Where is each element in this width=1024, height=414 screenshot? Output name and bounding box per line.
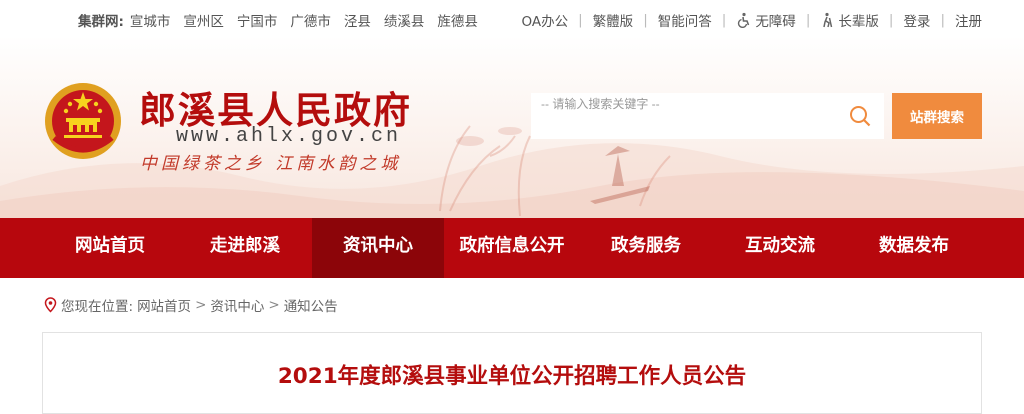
breadcrumb: 您现在位置: 网站首页 > 资讯中心 > 通知公告 [44, 295, 338, 315]
smart-qa-link[interactable]: 智能问答 [658, 10, 712, 30]
cluster-link-jingxian[interactable]: 泾县 [344, 10, 371, 30]
nav-data-release[interactable]: 数据发布 [848, 218, 980, 278]
wheelchair-icon [738, 12, 750, 28]
location-pin-icon [44, 297, 57, 313]
breadcrumb-news-center[interactable]: 资讯中心 [210, 295, 264, 315]
cluster-link-guangde[interactable]: 广德市 [290, 10, 331, 30]
elder-icon [823, 12, 833, 28]
search-box [531, 93, 884, 139]
cluster-links: 集群网: 宣城市 宣州区 宁国市 广德市 泾县 绩溪县 旌德县 [78, 10, 491, 30]
site-search-button[interactable]: 站群搜索 [892, 93, 982, 139]
separator: | [721, 12, 727, 28]
elder-version-link[interactable]: 长辈版 [820, 10, 879, 30]
nav-gov-info-disclosure[interactable]: 政府信息公开 [444, 218, 580, 278]
search-icon[interactable] [849, 105, 871, 127]
nav-news-center[interactable]: 资讯中心 [312, 218, 444, 278]
elder-version-label: 长辈版 [838, 14, 879, 30]
breadcrumb-separator: > [195, 297, 207, 313]
accessibility-link[interactable]: 无障碍 [736, 10, 796, 30]
separator: | [888, 12, 894, 28]
cluster-link-jingde[interactable]: 旌德县 [437, 10, 478, 30]
cluster-link-xuancheng[interactable]: 宣城市 [130, 10, 171, 30]
article-title: 2021年度郎溪县事业单位公开招聘工作人员公告 [277, 364, 747, 389]
breadcrumb-separator: > [268, 297, 280, 313]
top-utility-bar: 集群网: 宣城市 宣州区 宁国市 广德市 泾县 绩溪县 旌德县 OA办公 | 繁… [0, 0, 1024, 36]
separator: | [940, 12, 945, 28]
separator: | [805, 12, 811, 28]
national-emblem-icon [45, 83, 121, 159]
cluster-link-ningguo[interactable]: 宁国市 [237, 10, 278, 30]
separator: | [643, 12, 648, 28]
nav-about-langxi[interactable]: 走进郎溪 [178, 218, 312, 278]
breadcrumb-notices[interactable]: 通知公告 [284, 295, 338, 315]
accessibility-label: 无障碍 [755, 14, 796, 30]
nav-home[interactable]: 网站首页 [42, 218, 178, 278]
nav-gov-services[interactable]: 政务服务 [580, 218, 712, 278]
separator: | [578, 12, 583, 28]
nav-interaction[interactable]: 互动交流 [712, 218, 848, 278]
cluster-label: 集群网: [78, 14, 124, 30]
breadcrumb-home[interactable]: 网站首页 [137, 295, 191, 315]
oa-link[interactable]: OA办公 [522, 10, 569, 30]
register-link[interactable]: 注册 [955, 10, 982, 30]
main-nav: 网站首页 走进郎溪 资讯中心 政府信息公开 政务服务 互动交流 数据发布 [0, 218, 1024, 278]
site-url: www.ahlx.gov.cn [176, 125, 402, 148]
breadcrumb-prefix: 您现在位置: [61, 299, 134, 315]
article-card: 2021年度郎溪县事业单位公开招聘工作人员公告 [42, 332, 982, 414]
utility-links: OA办公 | 繁體版 | 智能问答 | 无障碍 | 长辈版 | 登录 | 注册 [522, 10, 983, 30]
login-link[interactable]: 登录 [903, 10, 930, 30]
cluster-link-jixi[interactable]: 绩溪县 [384, 10, 425, 30]
traditional-chinese-link[interactable]: 繁體版 [593, 10, 634, 30]
site-slogan: 中国绿茶之乡 江南水韵之城 [140, 154, 402, 174]
cluster-link-xuanzhou[interactable]: 宣州区 [183, 10, 224, 30]
search-input[interactable] [541, 95, 831, 113]
header-banner: 郎溪县人民政府 www.ahlx.gov.cn 中国绿茶之乡 江南水韵之城 站群… [0, 36, 1024, 218]
